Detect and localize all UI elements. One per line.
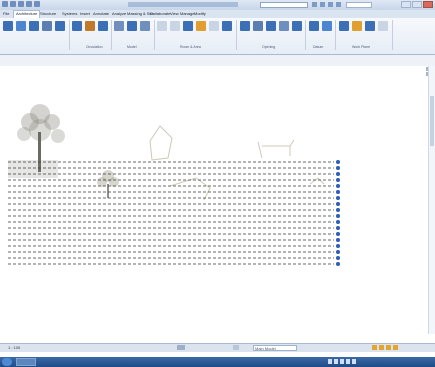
model-graphics-icon[interactable] bbox=[177, 345, 185, 350]
tab-manage[interactable]: Manage bbox=[180, 11, 194, 16]
select-underlay-icon[interactable] bbox=[379, 345, 384, 350]
sign-in-button[interactable] bbox=[346, 2, 372, 8]
tag-room-button[interactable] bbox=[183, 21, 193, 31]
minimize-button[interactable] bbox=[401, 1, 411, 8]
filter-icon[interactable] bbox=[393, 345, 398, 350]
app-menu-icon[interactable] bbox=[2, 1, 8, 7]
railing-button[interactable] bbox=[72, 21, 82, 31]
ribbon-panel: Circulation Model Room & Area Opening Da… bbox=[0, 18, 435, 55]
viewer-button[interactable] bbox=[378, 21, 388, 31]
panel-separator bbox=[392, 20, 393, 50]
panel-separator bbox=[236, 20, 237, 50]
tab-modify[interactable]: Modify bbox=[194, 11, 206, 16]
vertical-scrollbar[interactable] bbox=[428, 66, 435, 334]
panel-separator bbox=[111, 20, 112, 50]
ref-plane-button[interactable] bbox=[365, 21, 375, 31]
tab-architecture[interactable]: Architecture bbox=[13, 10, 41, 18]
shaft-button[interactable] bbox=[253, 21, 263, 31]
tab-file[interactable]: File bbox=[3, 11, 9, 16]
panel-title-datum: Datum bbox=[313, 45, 324, 49]
tray-icon[interactable] bbox=[328, 359, 332, 364]
panel-title-room-area: Room & Area bbox=[180, 45, 201, 49]
select-links-icon[interactable] bbox=[372, 345, 377, 350]
tab-systems[interactable]: Systems bbox=[62, 11, 77, 16]
model-line-button[interactable] bbox=[127, 21, 137, 31]
quick-access-toolbar bbox=[2, 1, 40, 7]
window-title bbox=[128, 2, 238, 7]
help-search-input[interactable] bbox=[260, 2, 308, 8]
component-button[interactable] bbox=[42, 21, 52, 31]
status-icons bbox=[372, 345, 398, 350]
by-face-button[interactable] bbox=[240, 21, 250, 31]
panel-title-work-plane: Work Plane bbox=[352, 45, 371, 49]
undo-icon[interactable] bbox=[26, 1, 32, 7]
tab-collaborate[interactable]: Collaborate bbox=[150, 11, 170, 16]
window-button[interactable] bbox=[29, 21, 39, 31]
maximize-button[interactable] bbox=[412, 1, 422, 8]
os-taskbar bbox=[0, 357, 435, 367]
redo-icon[interactable] bbox=[34, 1, 40, 7]
column-button[interactable] bbox=[55, 21, 65, 31]
taskbar-app-revit[interactable] bbox=[16, 358, 36, 366]
level-head-markers[interactable] bbox=[336, 160, 340, 266]
save-icon[interactable] bbox=[18, 1, 24, 7]
open-icon[interactable] bbox=[10, 1, 16, 7]
tray-icon[interactable] bbox=[346, 359, 350, 364]
worksets-icon[interactable] bbox=[233, 345, 239, 350]
panel-title-model: Model bbox=[127, 45, 137, 49]
panel-separator bbox=[69, 20, 70, 50]
door-button[interactable] bbox=[16, 21, 26, 31]
subscription-icon[interactable] bbox=[320, 2, 325, 7]
panel-separator bbox=[305, 20, 306, 50]
select-pinned-icon[interactable] bbox=[386, 345, 391, 350]
drawing-area[interactable] bbox=[0, 66, 428, 334]
room-separator-button[interactable] bbox=[170, 21, 180, 31]
tab-analyze[interactable]: Analyze bbox=[112, 11, 126, 16]
view-scale-label[interactable]: 1 : 100 bbox=[8, 345, 20, 350]
system-tray bbox=[328, 359, 356, 364]
set-workplane-button[interactable] bbox=[339, 21, 349, 31]
tab-annotate[interactable]: Annotate bbox=[93, 11, 109, 16]
stair-button[interactable] bbox=[98, 21, 108, 31]
panel-separator bbox=[154, 20, 155, 50]
status-bar: 1 : 100 Main Model bbox=[0, 343, 435, 352]
model-group-button[interactable] bbox=[140, 21, 150, 31]
tab-view[interactable]: View bbox=[170, 11, 179, 16]
wall-button[interactable] bbox=[3, 21, 13, 31]
dormer-button[interactable] bbox=[292, 21, 302, 31]
show-workplane-button[interactable] bbox=[352, 21, 362, 31]
grid-button[interactable] bbox=[322, 21, 332, 31]
binoculars-icon[interactable] bbox=[312, 2, 317, 7]
panel-separator bbox=[335, 20, 336, 50]
tab-insert[interactable]: Insert bbox=[80, 11, 90, 16]
tray-icon[interactable] bbox=[334, 359, 338, 364]
exchange-icon[interactable] bbox=[328, 2, 333, 7]
area-boundary-button[interactable] bbox=[209, 21, 219, 31]
star-icon[interactable] bbox=[336, 2, 341, 7]
info-center-icons bbox=[312, 2, 341, 7]
model-text-button[interactable] bbox=[114, 21, 124, 31]
panel-title-circulation: Circulation bbox=[86, 45, 103, 49]
tray-icon[interactable] bbox=[340, 359, 344, 364]
window-controls bbox=[401, 1, 433, 8]
wall-opening-button[interactable] bbox=[266, 21, 276, 31]
ramp-button[interactable] bbox=[85, 21, 95, 31]
scrollbar-thumb[interactable] bbox=[430, 96, 434, 146]
point-cloud-tree-left bbox=[8, 104, 65, 178]
main-model-selector[interactable]: Main Model bbox=[253, 345, 297, 351]
area-button[interactable] bbox=[196, 21, 206, 31]
panel-title-opening: Opening bbox=[262, 45, 276, 49]
point-cloud-building bbox=[149, 125, 325, 201]
tray-icon[interactable] bbox=[352, 359, 356, 364]
level-button[interactable] bbox=[309, 21, 319, 31]
start-button[interactable] bbox=[2, 358, 12, 366]
elevation-view bbox=[8, 104, 340, 266]
tag-area-button[interactable] bbox=[222, 21, 232, 31]
tab-structure[interactable]: Structure bbox=[40, 11, 56, 16]
room-button[interactable] bbox=[157, 21, 167, 31]
vertical-opening-button[interactable] bbox=[279, 21, 289, 31]
close-button[interactable] bbox=[423, 1, 433, 8]
